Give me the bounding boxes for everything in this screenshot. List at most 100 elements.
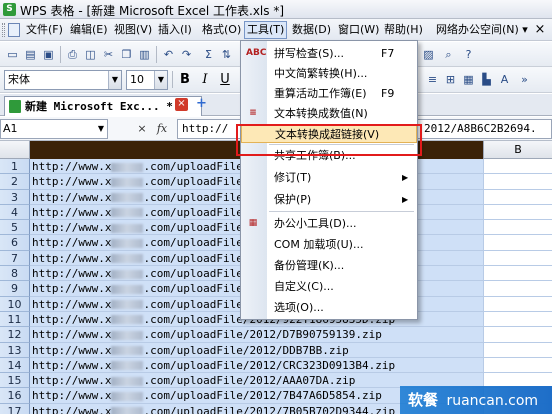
preview-icon[interactable]: ◫ [82, 46, 99, 63]
tools-menu-item[interactable]: ABC 拼写检查(S)... F7 [241, 44, 417, 63]
font-color-icon[interactable]: A [496, 71, 513, 88]
cell-a[interactable]: http://www.x .com/uploadFile/ [32, 235, 249, 250]
cell-a[interactable]: http://www.x .com/uploadFile/2012/DDB7BB.… [32, 343, 349, 358]
column-header-b[interactable]: B [483, 141, 552, 159]
tools-menu-item[interactable]: 重算活动工作簿(E) F9 [241, 84, 417, 103]
row-header[interactable]: 16 [0, 388, 30, 404]
redacted-blur [111, 346, 144, 356]
new-tab-icon[interactable]: + [195, 97, 208, 111]
tools-menu-item[interactable]: 中文简繁转换(H)... [241, 64, 417, 83]
cell-a[interactable]: http://www.x .com/uploadFile/2012/D7B9075… [32, 327, 382, 342]
menu-window[interactable]: 窗口(W) [336, 21, 381, 39]
tools-menu-item[interactable]: COM 加载项(U)... [241, 235, 417, 254]
help-icon[interactable]: ? [460, 46, 477, 63]
cell-a[interactable]: http://www.x .com/uploadFile/2012/AAA07DA… [32, 373, 355, 388]
italic-button[interactable]: I [196, 70, 214, 89]
tools-menu-item[interactable]: 文本转换成超链接(V) [241, 124, 417, 143]
align-right-icon[interactable]: ≡ [424, 71, 441, 88]
row-header[interactable]: 7 [0, 250, 30, 267]
tab-document[interactable]: 新建 Microsoft Exc... * [4, 96, 202, 116]
bold-button[interactable]: B [176, 70, 194, 89]
more-icon[interactable]: » [516, 71, 533, 88]
row-header[interactable]: 17 [0, 403, 30, 414]
font-name-select[interactable]: 宋体 ▼ [4, 70, 122, 90]
row-header[interactable]: 3 [0, 189, 30, 205]
cell-a[interactable]: http://www.x .com/uploadFile/ [32, 281, 249, 296]
chart-icon[interactable]: ▨ [420, 46, 437, 63]
new-icon[interactable]: ▭ [4, 46, 21, 63]
menu-edit[interactable]: 编辑(E) [68, 21, 110, 39]
menu-network-office[interactable]: 网络办公空间(N) ▾ [434, 21, 530, 39]
row-header[interactable]: 8 [0, 266, 30, 282]
cell-a[interactable]: http://www.x .com/uploadFile/2012/7B05B70… [32, 404, 395, 414]
menubar-grip[interactable] [2, 23, 5, 37]
cell-a[interactable]: http://www.x .com/uploadFile/ [32, 159, 249, 174]
url-suffix: .com/uploadFile/ [143, 297, 250, 311]
cell-a[interactable]: http://www.x .com/uploadFile/ [32, 266, 249, 281]
cell-a[interactable]: http://www.x .com/uploadFile/ [32, 205, 249, 220]
menu-insert[interactable]: 插入(I) [156, 21, 194, 39]
row-header[interactable]: 14 [0, 357, 30, 374]
row-header[interactable]: 11 [0, 311, 30, 328]
merge-icon[interactable]: ⊞ [442, 71, 459, 88]
document-icon[interactable] [8, 23, 20, 37]
cell-a[interactable]: http://www.x .com/uploadFile/ [32, 251, 249, 266]
cancel-icon[interactable]: × [134, 121, 150, 137]
tools-menu-item[interactable]: 共享工作簿(B)... [241, 146, 417, 165]
row-header[interactable]: 4 [0, 204, 30, 221]
row-header[interactable]: 2 [0, 174, 30, 190]
tools-menu-item[interactable]: 选项(O)... [241, 298, 417, 317]
cell-a[interactable]: http://www.x .com/uploadFile/ [32, 297, 249, 312]
chevron-down-icon[interactable]: ▼ [108, 71, 121, 89]
font-size-select[interactable]: 10 ▼ [126, 70, 168, 90]
undo-icon[interactable]: ↶ [160, 46, 177, 63]
menu-help[interactable]: 帮助(H) [382, 21, 425, 39]
tools-menu-item[interactable]: 修订(T) ▶ [241, 168, 417, 187]
tools-menu-item[interactable]: 自定义(C)... [241, 277, 417, 296]
name-box[interactable]: A1 ▼ [0, 119, 108, 139]
print-icon[interactable]: ⎙ [64, 46, 81, 63]
sum-icon[interactable]: Σ [200, 46, 217, 63]
cell-a[interactable]: http://www.x .com/uploadFile/ [32, 190, 249, 205]
redo-icon[interactable]: ↷ [178, 46, 195, 63]
fill-color-icon[interactable]: ▙ [478, 71, 495, 88]
tools-menu-item[interactable]: ≡ 文本转换成数值(N) [241, 104, 417, 123]
zoom-icon[interactable]: ⌕ [440, 46, 457, 63]
tools-menu-item[interactable]: 保护(P) ▶ [241, 190, 417, 209]
row-header[interactable]: 10 [0, 296, 30, 312]
url-suffix: .com/uploadFile/ [143, 267, 250, 281]
function-icon[interactable]: fx [154, 121, 170, 137]
row-header[interactable]: 9 [0, 281, 30, 297]
tools-menu-item[interactable]: ▦ 办公小工具(D)... [241, 214, 417, 233]
cell-a[interactable]: http://www.x .com/uploadFile/2012/CRC323D… [32, 358, 395, 373]
menu-view[interactable]: 视图(V) [112, 21, 154, 39]
row-header[interactable]: 13 [0, 342, 30, 358]
menu-format[interactable]: 格式(O) [200, 21, 243, 39]
tools-menu-item[interactable]: 备份管理(K)... [241, 256, 417, 275]
row-header[interactable]: 5 [0, 220, 30, 236]
chevron-down-icon[interactable]: ▼ [95, 120, 107, 138]
row-header[interactable]: 1 [0, 159, 30, 175]
row-header[interactable]: 6 [0, 235, 30, 251]
paste-icon[interactable]: ▥ [136, 46, 153, 63]
copy-icon[interactable]: ❐ [118, 46, 135, 63]
save-icon[interactable]: ▣ [40, 46, 57, 63]
row-header[interactable]: 12 [0, 327, 30, 343]
chevron-down-icon[interactable]: ▼ [154, 71, 167, 89]
row-header[interactable]: 15 [0, 373, 30, 389]
cell-a[interactable]: http://www.x .com/uploadFile/2012/7B47A6D… [32, 388, 382, 403]
close-doc-icon[interactable]: × [532, 22, 548, 38]
open-icon[interactable]: ▤ [22, 46, 39, 63]
menu-data[interactable]: 数据(D) [290, 21, 333, 39]
cell-a[interactable]: http://www.x .com/uploadFile/ [32, 220, 249, 235]
redacted-blur [111, 238, 144, 248]
menu-file[interactable]: 文件(F) [24, 21, 65, 39]
menu-tools[interactable]: 工具(T) [244, 21, 288, 39]
cell-a[interactable]: http://www.x .com/uploadFile/ [32, 174, 249, 189]
cut-icon[interactable]: ✂ [100, 46, 117, 63]
border-icon[interactable]: ▦ [460, 71, 477, 88]
underline-button[interactable]: U [216, 70, 234, 89]
sort-icon[interactable]: ⇅ [218, 46, 235, 63]
select-all-corner[interactable] [0, 141, 30, 159]
close-tab-icon[interactable]: × [175, 98, 188, 111]
